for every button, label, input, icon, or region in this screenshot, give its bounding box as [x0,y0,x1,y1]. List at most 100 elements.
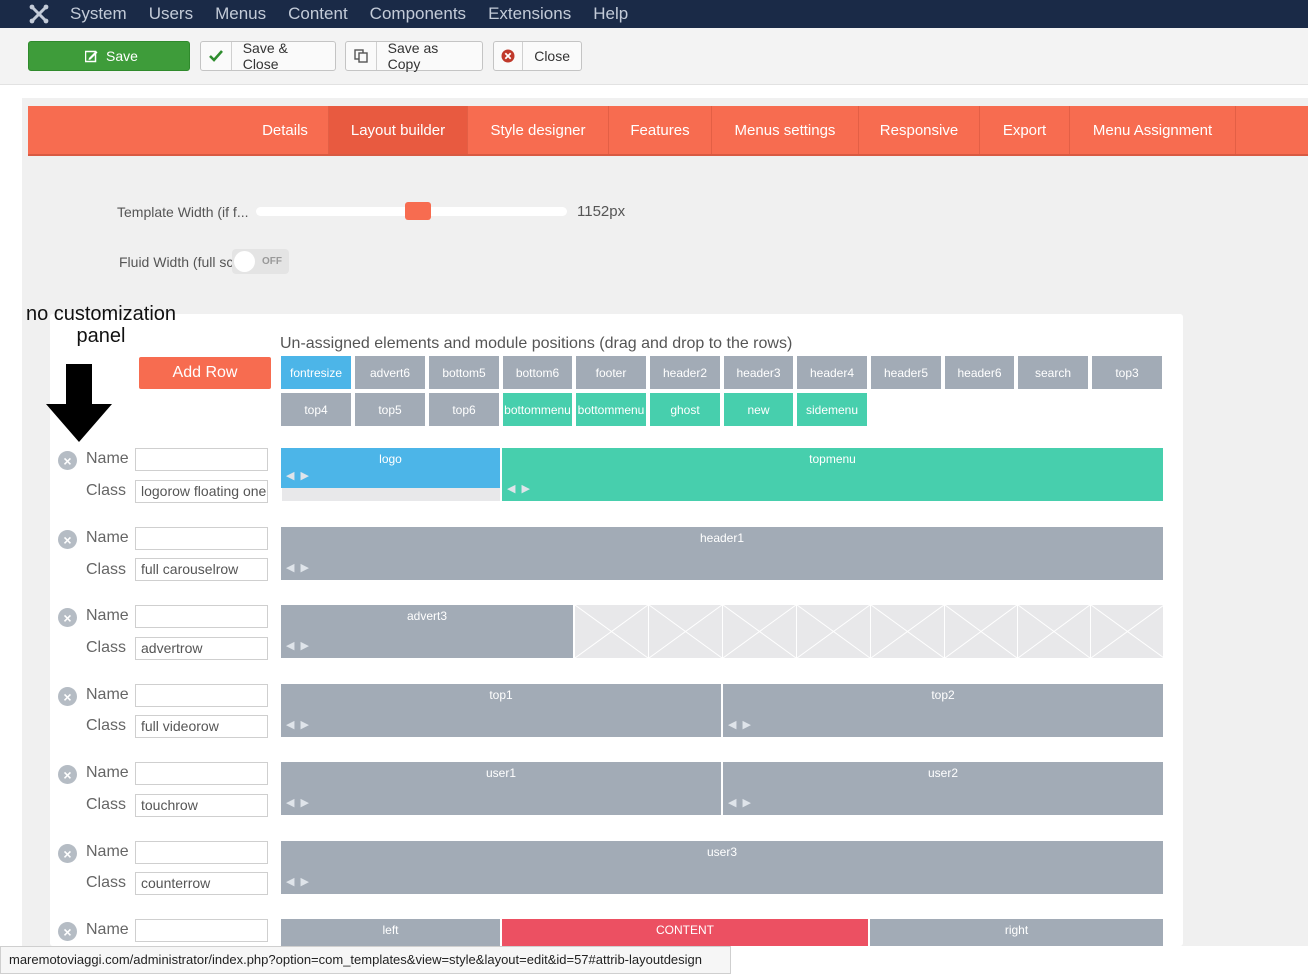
resize-arrows-icon[interactable]: ◀▶ [286,875,315,888]
menu-content[interactable]: Content [288,4,348,24]
remove-row-icon[interactable]: × [58,608,77,627]
row-name-input[interactable] [135,841,268,864]
menu-system[interactable]: System [70,4,127,24]
template-tabs: Details Layout builder Style designer Fe… [28,106,1308,156]
row-class-input[interactable]: full videorow [135,715,268,738]
menu-extensions[interactable]: Extensions [488,4,571,24]
module-cell-content[interactable]: CONTENT [502,919,868,946]
module-cell-top1[interactable]: top1 ◀▶ [281,684,721,737]
resize-arrows-icon[interactable]: ◀▶ [286,469,315,482]
module-chip[interactable]: search [1018,356,1088,389]
module-chip[interactable]: bottommenu [576,393,646,426]
cell-label: header1 [699,531,745,545]
tab-menu-assignment[interactable]: Menu Assignment [1070,106,1236,154]
save-close-button[interactable]: Save & Close [200,40,336,72]
row-class-input[interactable]: logorow floating one [135,480,268,503]
resize-arrows-icon[interactable]: ◀▶ [286,639,315,652]
module-chip[interactable]: header5 [871,356,941,389]
module-chip[interactable]: top3 [1092,356,1162,389]
module-cell-right[interactable]: right [870,919,1163,946]
row-class-input[interactable]: full carouselrow [135,558,268,581]
module-cell-user2[interactable]: user2 ◀▶ [723,762,1163,815]
menu-users[interactable]: Users [149,4,193,24]
module-chip[interactable]: header4 [797,356,867,389]
save-copy-button[interactable]: Save as Copy [345,40,483,72]
close-button[interactable]: Close [493,41,582,71]
module-chip[interactable]: bottom6 [503,356,572,389]
module-cell-logo[interactable]: logo ◀▶ [281,448,500,488]
row-name-input[interactable] [135,684,268,707]
empty-grid-pattern [574,604,1165,659]
row-name-input[interactable] [135,605,268,628]
cell-label: top2 [931,688,955,702]
annotation-note: no customization panel [25,303,177,347]
toggle-knob [234,251,255,272]
module-chip[interactable]: top4 [281,393,351,426]
resize-arrows-icon[interactable]: ◀▶ [286,796,315,809]
resize-arrows-icon[interactable]: ◀▶ [286,718,315,731]
module-chip[interactable]: bottommenu [503,393,572,426]
module-cell-top2[interactable]: top2 ◀▶ [723,684,1163,737]
row-class-input[interactable]: touchrow [135,794,268,817]
tab-features[interactable]: Features [609,106,712,154]
tab-style-designer[interactable]: Style designer [468,106,609,154]
tab-details[interactable]: Details [242,106,329,154]
row-name-label: Name [86,529,129,546]
module-cell-user1[interactable]: user1 ◀▶ [281,762,721,815]
module-chip[interactable]: top5 [355,393,425,426]
row-class-input[interactable]: advertrow [135,637,268,660]
close-circle-icon [494,42,524,70]
module-chip[interactable]: header2 [650,356,720,389]
row-name-input[interactable] [135,527,268,550]
cell-label: user2 [927,766,959,780]
row-name-input[interactable] [135,448,268,471]
cell-label: topmenu [809,452,856,466]
cell-label: advert3 [406,609,448,623]
remove-row-icon[interactable]: × [58,530,77,549]
module-chip[interactable]: header6 [945,356,1014,389]
row-name-input[interactable] [135,762,268,785]
resize-arrows-icon[interactable]: ◀▶ [507,482,536,495]
menu-help[interactable]: Help [593,4,628,24]
module-chip[interactable]: top6 [429,393,499,426]
add-row-button[interactable]: Add Row [139,357,271,389]
module-cell-advert3[interactable]: advert3 ◀▶ [281,605,573,658]
resize-arrows-icon[interactable]: ◀▶ [728,796,757,809]
cell-label: user3 [706,845,738,859]
module-chip[interactable]: header3 [724,356,793,389]
remove-row-icon[interactable]: × [58,687,77,706]
tab-layout-builder[interactable]: Layout builder [329,106,468,154]
module-chip[interactable]: footer [576,356,646,389]
resize-arrows-icon[interactable]: ◀▶ [286,561,315,574]
cell-label: right [1004,923,1029,937]
module-chip[interactable]: advert6 [355,356,425,389]
module-cell-header1[interactable]: header1 ◀▶ [281,527,1163,580]
module-chip[interactable]: sidemenu [797,393,867,426]
module-chip[interactable]: bottom5 [429,356,499,389]
remove-row-icon[interactable]: × [58,451,77,470]
save-close-label: Save & Close [242,40,288,72]
remove-row-icon[interactable]: × [58,765,77,784]
menu-components[interactable]: Components [370,4,466,24]
cell-label: logo [379,452,402,466]
module-chip[interactable]: ghost [650,393,720,426]
module-chip[interactable]: fontresize [281,356,351,389]
row-class-label: Class [86,874,127,891]
tab-export[interactable]: Export [980,106,1070,154]
module-cell-user3[interactable]: user3 ◀▶ [281,841,1163,894]
module-cell-topmenu[interactable]: topmenu ◀▶ [502,448,1163,501]
tab-menus-settings[interactable]: Menus settings [712,106,859,154]
module-cell-left[interactable]: left [281,919,500,946]
row-name-input[interactable] [135,919,268,942]
row-class-input[interactable]: counterrow [135,872,268,895]
remove-row-icon[interactable]: × [58,922,77,941]
resize-arrows-icon[interactable]: ◀▶ [728,718,757,731]
menu-menus[interactable]: Menus [215,4,266,24]
template-width-slider-handle[interactable] [405,202,431,220]
tab-responsive[interactable]: Responsive [859,106,980,154]
save-button[interactable]: Save [28,41,190,71]
module-chip[interactable]: new [724,393,793,426]
joomla-logo-icon[interactable] [26,2,52,26]
remove-row-icon[interactable]: × [58,844,77,863]
fluid-width-toggle[interactable]: OFF [232,249,289,274]
